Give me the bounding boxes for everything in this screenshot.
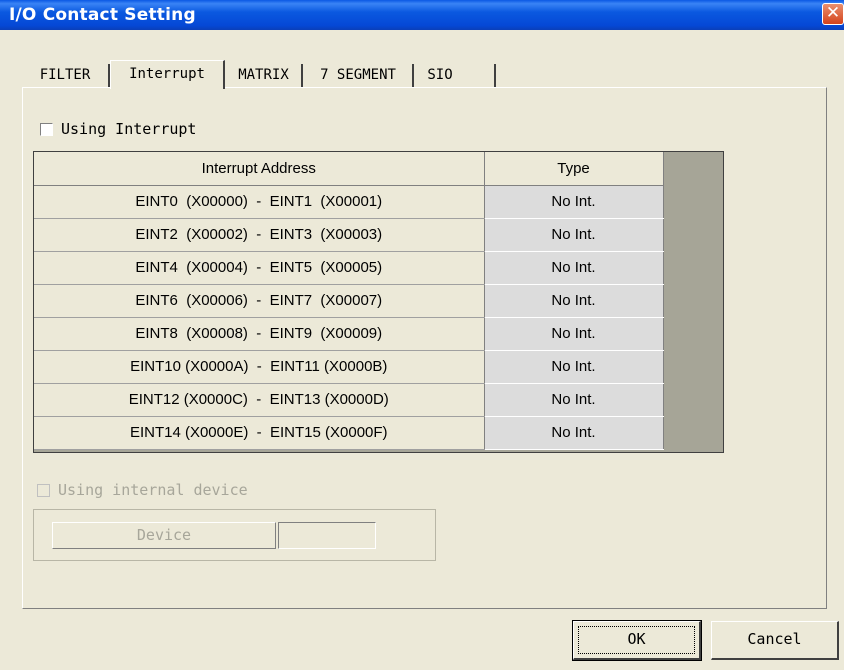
device-field[interactable] [278, 522, 376, 549]
table-row: EINT14 (X0000E) - EINT15 (X0000F) No Int. [34, 416, 664, 450]
tab-7-segment[interactable]: 7 SEGMENT [304, 64, 414, 88]
address-cell: EINT14 (X0000E) - EINT15 (X0000F) [34, 416, 485, 450]
using-interrupt-label: Using Interrupt [61, 120, 197, 138]
close-button[interactable]: ✕ [822, 3, 844, 25]
address-cell: EINT0 (X00000) - EINT1 (X00001) [34, 185, 485, 219]
type-cell[interactable]: No Int. [483, 383, 664, 417]
tab-interrupt[interactable]: Interrupt [110, 60, 225, 89]
tab-filter[interactable]: FILTER [22, 64, 110, 88]
close-icon: ✕ [825, 3, 841, 23]
interrupt-grid: Interrupt Address Type EINT0 (X00000) - … [33, 151, 724, 453]
cancel-button[interactable]: Cancel [711, 621, 839, 660]
address-cell: EINT8 (X00008) - EINT9 (X00009) [34, 317, 485, 351]
table-row: EINT12 (X0000C) - EINT13 (X0000D) No Int. [34, 383, 664, 417]
address-cell: EINT10 (X0000A) - EINT11 (X0000B) [34, 350, 485, 384]
address-cell: EINT4 (X00004) - EINT5 (X00005) [34, 251, 485, 285]
cancel-button-label: Cancel [747, 630, 802, 648]
ok-focus-rect [578, 626, 695, 654]
column-header-address[interactable]: Interrupt Address [34, 152, 485, 186]
tab-matrix-label: MATRIX [238, 67, 289, 83]
device-group: Device [33, 509, 436, 561]
type-cell[interactable]: No Int. [483, 350, 664, 384]
using-internal-device-label: Using internal device [58, 481, 248, 499]
using-internal-device-checkbox[interactable]: Using internal device [37, 481, 248, 499]
tab-7-segment-label: 7 SEGMENT [320, 67, 396, 83]
tab-strip: FILTER Interrupt MATRIX 7 SEGMENT SIO [22, 60, 497, 89]
table-row: EINT0 (X00000) - EINT1 (X00001) No Int. [34, 185, 664, 219]
using-interrupt-box[interactable] [40, 122, 53, 136]
tab-matrix[interactable]: MATRIX [226, 64, 303, 88]
window-title: I/O Contact Setting [9, 5, 196, 25]
type-cell[interactable]: No Int. [483, 284, 664, 318]
address-cell: EINT2 (X00002) - EINT3 (X00003) [34, 218, 485, 252]
ok-button[interactable]: OK [572, 620, 702, 661]
tab-sio-label: SIO [427, 67, 453, 83]
type-cell[interactable]: No Int. [483, 218, 664, 252]
type-cell[interactable]: No Int. [483, 185, 664, 219]
table-row: EINT2 (X00002) - EINT3 (X00003) No Int. [34, 218, 664, 252]
column-header-type[interactable]: Type [484, 152, 664, 186]
table-header-row: Interrupt Address Type [34, 152, 664, 186]
device-button[interactable]: Device [52, 522, 276, 549]
address-cell: EINT6 (X00006) - EINT7 (X00007) [34, 284, 485, 318]
table-row: EINT8 (X00008) - EINT9 (X00009) No Int. [34, 317, 664, 351]
dialog-window: I/O Contact Setting ✕ FILTER Interrupt M… [0, 0, 844, 670]
tab-interrupt-label: Interrupt [129, 66, 205, 82]
address-cell: EINT12 (X0000C) - EINT13 (X0000D) [34, 383, 485, 417]
table-row: EINT10 (X0000A) - EINT11 (X0000B) No Int. [34, 350, 664, 384]
table-row: EINT6 (X00006) - EINT7 (X00007) No Int. [34, 284, 664, 318]
table-row: EINT4 (X00004) - EINT5 (X00005) No Int. [34, 251, 664, 285]
using-internal-device-box[interactable] [37, 483, 50, 497]
tab-sio[interactable]: SIO [415, 64, 465, 88]
interrupt-table: Interrupt Address Type EINT0 (X00000) - … [34, 152, 664, 450]
type-cell[interactable]: No Int. [483, 416, 664, 450]
title-bar[interactable]: I/O Contact Setting ✕ [0, 0, 844, 30]
tab-strip-end [494, 64, 496, 88]
tab-filter-label: FILTER [39, 67, 91, 83]
using-interrupt-checkbox[interactable]: Using Interrupt [40, 120, 196, 138]
type-cell[interactable]: No Int. [483, 317, 664, 351]
type-cell[interactable]: No Int. [483, 251, 664, 285]
